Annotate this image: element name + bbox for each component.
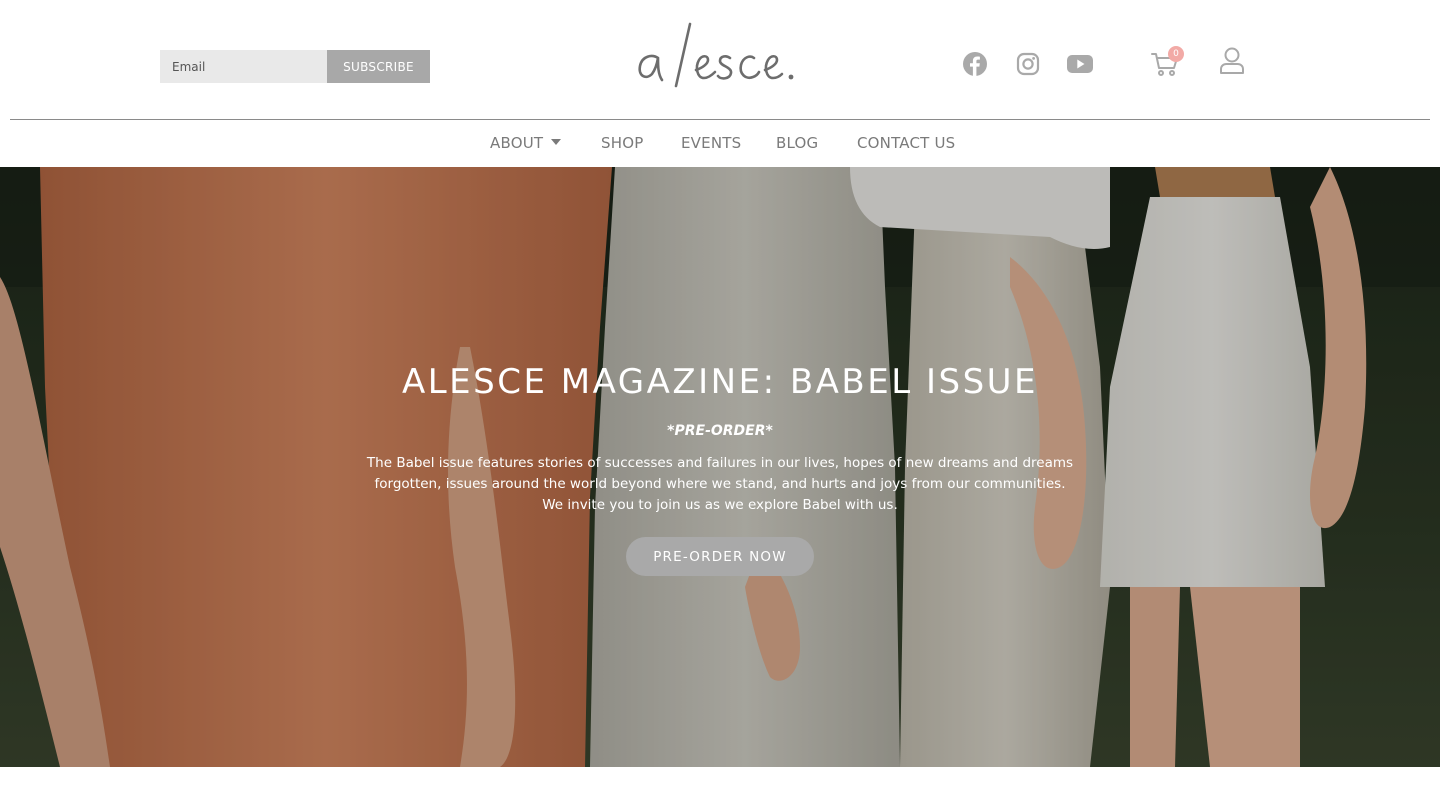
nav-item-shop[interactable]: SHOP (601, 134, 643, 152)
preorder-now-button[interactable]: PRE-ORDER NOW (626, 537, 814, 576)
nav-item-events[interactable]: EVENTS (681, 134, 741, 152)
instagram-icon (1016, 52, 1040, 76)
youtube-icon (1067, 55, 1093, 73)
subscribe-button[interactable]: SUBSCRIBE (327, 50, 430, 83)
user-icon (1220, 47, 1244, 74)
email-input[interactable] (160, 50, 327, 83)
hero-description-line: forgotten, issues around the world beyon… (374, 476, 1066, 492)
preorder-tag: *PRE-ORDER* (667, 423, 773, 439)
nav-item-label: BLOG (776, 134, 819, 152)
nav-item-label: ABOUT (490, 134, 544, 152)
site-logo[interactable] (630, 14, 810, 94)
hero-description-line: The Babel issue features stories of succ… (366, 455, 1074, 471)
nav-item-label: EVENTS (681, 134, 742, 152)
logo-wordmark-icon (638, 22, 794, 88)
caret-down-icon (551, 138, 562, 145)
subscribe-form: SUBSCRIBE (160, 50, 430, 83)
nav-item-label: SHOP (601, 134, 644, 152)
nav-item-about[interactable]: ABOUT (490, 134, 562, 152)
nav-item-label: CONTACT US (857, 134, 956, 152)
cart-count-badge: 0 (1168, 46, 1184, 62)
facebook-link[interactable] (961, 50, 989, 78)
hero-description-line: We invite you to join us as we explore B… (542, 497, 898, 513)
youtube-link[interactable] (1066, 50, 1094, 78)
hero-description: The Babel issue features stories of succ… (360, 453, 1080, 516)
instagram-link[interactable] (1014, 50, 1042, 78)
account-button[interactable] (1218, 46, 1246, 76)
main-nav: ABOUT SHOP EVENTS BLOG CONTACT US (0, 120, 1440, 167)
hero-title: ALESCE MAGAZINE: BABEL ISSUE (401, 362, 1039, 402)
cart-button[interactable]: 0 (1150, 46, 1184, 80)
facebook-icon (963, 52, 987, 76)
nav-item-blog[interactable]: BLOG (776, 134, 818, 152)
hero-banner: ALESCE MAGAZINE: BABEL ISSUE *PRE-ORDER*… (0, 167, 1440, 767)
site-header: SUBSCRIBE (0, 0, 1440, 120)
nav-item-contact-us[interactable]: CONTACT US (857, 134, 955, 152)
